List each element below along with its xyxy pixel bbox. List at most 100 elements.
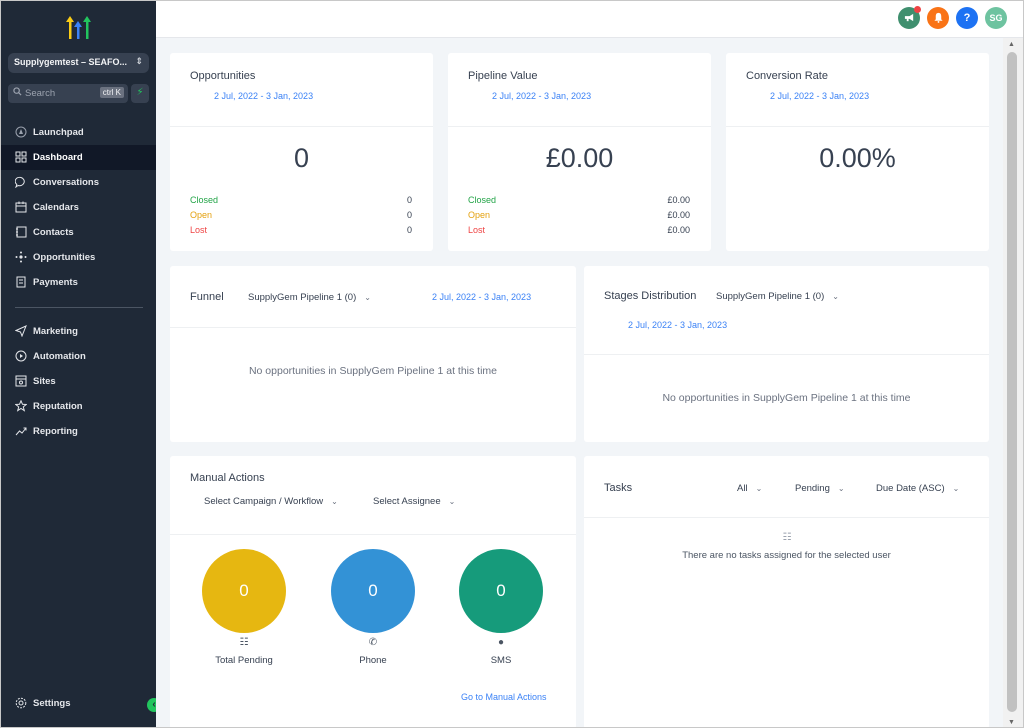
go-to-manual-actions-link[interactable]: Go to Manual Actions — [461, 692, 547, 702]
stages-distribution-card: Stages Distribution SupplyGem Pipeline 1… — [584, 266, 989, 442]
question-mark-icon: ? — [963, 12, 971, 24]
opportunities-icon — [15, 251, 27, 263]
conversion-rate-card: Conversion Rate 2 Jul, 2022 - 3 Jan, 202… — [726, 53, 989, 251]
chevron-down-icon: ⌄ — [755, 484, 763, 493]
closed-label: Closed — [190, 195, 219, 205]
pipeline-value-amount: £0.00 — [545, 143, 614, 173]
sidebar-item-label: Conversations — [33, 177, 99, 188]
chevron-down-icon: ⌄ — [952, 484, 960, 493]
card-divider — [584, 517, 989, 518]
location-switcher[interactable]: Supplygemtest – SEAFO... ⇕ — [8, 53, 149, 73]
automation-icon — [15, 350, 27, 362]
search-input[interactable]: Search ctrl K — [8, 84, 128, 103]
opportunities-count: 0 — [293, 143, 310, 173]
tasks-sort-filter[interactable]: Due Date (ASC) ⌄ — [876, 483, 959, 494]
avatar[interactable]: SG — [985, 7, 1007, 29]
filter-value: Due Date (ASC) — [876, 483, 945, 494]
campaign-workflow-dropdown[interactable]: Select Campaign / Workflow ⌄ — [204, 496, 338, 507]
sidebar-item-marketing[interactable]: Marketing — [1, 319, 156, 344]
phone-count: 0 — [368, 581, 378, 600]
chevron-down-icon: ⌄ — [832, 292, 839, 301]
date-range-link[interactable]: 2 Jul, 2022 - 3 Jan, 2023 — [628, 320, 727, 330]
pipeline-dropdown[interactable]: SupplyGem Pipeline 1 (0) ⌄ — [248, 292, 371, 303]
sidebar-item-label: Payments — [33, 277, 78, 288]
megaphone-icon — [904, 13, 913, 22]
sidebar-item-conversations[interactable]: Conversations — [1, 170, 156, 195]
sidebar-item-dashboard[interactable]: Dashboard — [1, 145, 156, 170]
closed-value: 0 — [406, 195, 412, 205]
lost-label: Lost — [468, 225, 486, 235]
open-value: £0.00 — [667, 210, 690, 220]
sidebar-item-payments[interactable]: Payments — [1, 270, 156, 295]
opportunities-card: Opportunities 2 Jul, 2022 - 3 Jan, 2023 … — [170, 53, 433, 251]
page-scrollbar[interactable]: ▲ ▼ — [1003, 38, 1023, 727]
sidebar-divider — [15, 307, 143, 308]
star-icon — [15, 400, 27, 412]
search-shortcut-badge: ctrl K — [99, 87, 124, 98]
filter-value: Pending — [795, 483, 830, 494]
date-range-link[interactable]: 2 Jul, 2022 - 3 Jan, 2023 — [492, 91, 591, 101]
sms-label: SMS — [490, 655, 512, 666]
location-name: Supplygemtest – SEAFO... — [14, 57, 128, 67]
card-title: Manual Actions — [190, 472, 265, 484]
sidebar-item-contacts[interactable]: Contacts — [1, 220, 156, 245]
filter-value: All — [737, 483, 748, 494]
phone-circle[interactable]: 0 — [331, 549, 415, 633]
sidebar-item-label: Marketing — [33, 326, 78, 337]
search-placeholder: Search — [25, 88, 56, 99]
sidebar-item-label: Reputation — [33, 401, 83, 412]
sidebar-item-label: Automation — [33, 351, 86, 362]
sidebar-item-automation[interactable]: Automation — [1, 344, 156, 369]
card-divider — [726, 126, 989, 127]
card-title: Tasks — [604, 482, 633, 494]
sidebar-item-opportunities[interactable]: Opportunities — [1, 245, 156, 270]
chevron-down-icon: ⌄ — [837, 484, 845, 493]
tasks-status-filter[interactable]: Pending ⌄ — [795, 483, 845, 494]
sidebar-item-reporting[interactable]: Reporting — [1, 419, 156, 444]
empty-state-message: There are no tasks assigned for the sele… — [682, 550, 891, 561]
quick-action-button[interactable]: ⚡ — [131, 84, 149, 103]
pipeline-value-card: Pipeline Value 2 Jul, 2022 - 3 Jan, 2023… — [448, 53, 711, 251]
pipeline-dropdown[interactable]: SupplyGem Pipeline 1 (0) ⌄ — [716, 291, 839, 302]
sms-circle[interactable]: 0 — [459, 549, 543, 633]
tasks-user-filter[interactable]: All ⌄ — [737, 483, 762, 494]
help-button[interactable]: ? — [956, 7, 978, 29]
sidebar-item-label: Opportunities — [33, 252, 96, 263]
top-header: ? SG — [156, 1, 1023, 38]
total-pending-circle[interactable]: 0 — [202, 549, 286, 633]
scrollbar-thumb[interactable] — [1007, 52, 1017, 712]
chevron-down-icon: ⌄ — [448, 497, 456, 506]
sidebar-item-sites[interactable]: Sites — [1, 369, 156, 394]
search-icon — [13, 87, 22, 99]
sidebar: Supplygemtest – SEAFO... ⇕ Search ctrl K… — [1, 1, 161, 727]
calendar-icon — [15, 201, 27, 213]
sidebar-item-reputation[interactable]: Reputation — [1, 394, 156, 419]
date-range-link[interactable]: 2 Jul, 2022 - 3 Jan, 2023 — [770, 91, 869, 101]
sidebar-item-label: Calendars — [33, 202, 79, 213]
sidebar-item-launchpad[interactable]: Launchpad — [1, 120, 156, 145]
total-pending-count: 0 — [239, 581, 249, 600]
trend-icon — [15, 427, 27, 436]
card-divider — [170, 327, 576, 328]
open-label: Open — [468, 210, 491, 220]
lost-label: Lost — [190, 225, 208, 235]
sidebar-item-label: Sites — [33, 376, 56, 387]
card-title: Pipeline Value — [468, 70, 538, 82]
notifications-button[interactable] — [927, 7, 949, 29]
date-range-link[interactable]: 2 Jul, 2022 - 3 Jan, 2023 — [214, 91, 313, 101]
date-range-link[interactable]: 2 Jul, 2022 - 3 Jan, 2023 — [432, 292, 531, 302]
scroll-up-arrow-icon[interactable]: ▲ — [1008, 41, 1015, 48]
announcement-button[interactable] — [898, 6, 921, 29]
assignee-dropdown[interactable]: Select Assignee ⌄ — [373, 496, 455, 507]
chevron-down-icon: ⌄ — [364, 293, 371, 302]
scroll-down-arrow-icon[interactable]: ▼ — [1008, 719, 1015, 726]
campaign-dropdown-value: Select Campaign / Workflow — [204, 496, 324, 507]
lost-value: 0 — [406, 225, 412, 235]
card-divider — [448, 126, 711, 127]
sidebar-item-settings[interactable]: Settings — [1, 691, 156, 716]
contacts-icon — [16, 226, 27, 238]
sidebar-item-label: Reporting — [33, 426, 78, 437]
sidebar-item-calendars[interactable]: Calendars — [1, 195, 156, 220]
empty-state-message: No opportunities in SupplyGem Pipeline 1… — [662, 392, 911, 404]
payments-icon — [16, 276, 26, 288]
